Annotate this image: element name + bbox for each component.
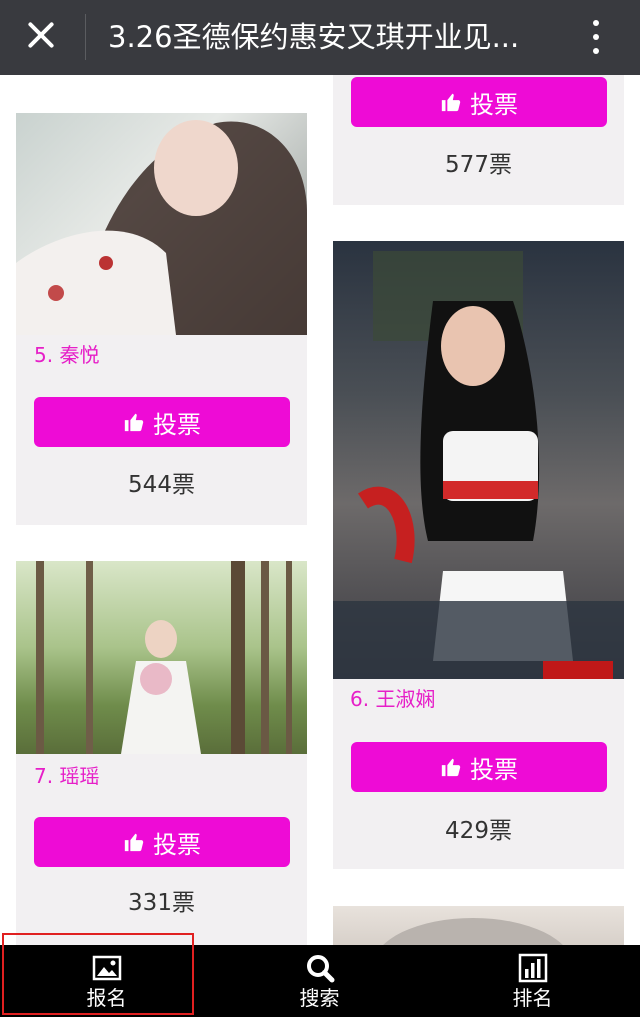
title-divider bbox=[85, 14, 86, 60]
candidate-photo[interactable] bbox=[16, 113, 307, 335]
bottom-nav: 报名 搜索 排名 bbox=[0, 945, 640, 1017]
thumbs-up-icon bbox=[441, 758, 461, 777]
vote-button-label: 投票 bbox=[470, 755, 518, 784]
vote-button[interactable]: 投票 bbox=[351, 77, 607, 127]
candidate-card: 6. 王淑娴 投票 429票 bbox=[333, 241, 624, 869]
vote-count: 429票 bbox=[445, 818, 512, 844]
vote-button-label: 投票 bbox=[153, 830, 201, 859]
nav-ranking-label: 排名 bbox=[512, 986, 553, 1010]
nav-signup-label: 报名 bbox=[86, 986, 127, 1010]
vote-count: 577票 bbox=[445, 152, 512, 178]
candidate-card: 5. 秦悦 投票 544票 bbox=[16, 113, 307, 525]
bar-chart-icon bbox=[518, 953, 547, 983]
candidate-photo[interactable] bbox=[333, 906, 624, 945]
vote-button[interactable]: 投票 bbox=[34, 397, 290, 447]
more-vertical-icon[interactable] bbox=[586, 14, 606, 60]
thumbs-up-icon bbox=[441, 93, 461, 112]
vote-button-label: 投票 bbox=[470, 90, 518, 119]
vote-button[interactable]: 投票 bbox=[351, 742, 607, 792]
close-icon[interactable] bbox=[20, 12, 66, 58]
candidate-name: 7. 瑶瑶 bbox=[34, 764, 100, 788]
thumbs-up-icon bbox=[124, 833, 144, 852]
nav-search[interactable]: 搜索 bbox=[213, 945, 426, 1017]
vote-count: 331票 bbox=[128, 890, 195, 916]
nav-signup[interactable]: 报名 bbox=[0, 945, 213, 1017]
vote-button-label: 投票 bbox=[153, 410, 201, 439]
vote-button[interactable]: 投票 bbox=[34, 817, 290, 867]
candidate-card bbox=[333, 906, 624, 945]
candidate-feed[interactable]: 投票 577票 5. 秦悦 投票 544票 6. 王淑娴 投票 429票 7. … bbox=[0, 75, 640, 945]
vote-count: 544票 bbox=[128, 472, 195, 498]
candidate-name: 5. 秦悦 bbox=[34, 343, 100, 367]
page-title: 3.26圣德保约惠安又琪开业见... bbox=[108, 20, 520, 54]
search-icon bbox=[306, 955, 334, 983]
candidate-photo[interactable] bbox=[333, 241, 624, 679]
top-bar: 3.26圣德保约惠安又琪开业见... bbox=[0, 0, 640, 75]
nav-ranking[interactable]: 排名 bbox=[426, 945, 639, 1017]
candidate-name: 6. 王淑娴 bbox=[350, 687, 436, 711]
thumbs-up-icon bbox=[124, 413, 144, 432]
image-icon bbox=[92, 955, 121, 981]
nav-search-label: 搜索 bbox=[299, 986, 340, 1010]
candidate-card: 投票 577票 bbox=[333, 75, 624, 205]
candidate-photo[interactable] bbox=[16, 561, 307, 754]
candidate-card: 7. 瑶瑶 投票 331票 bbox=[16, 561, 307, 945]
